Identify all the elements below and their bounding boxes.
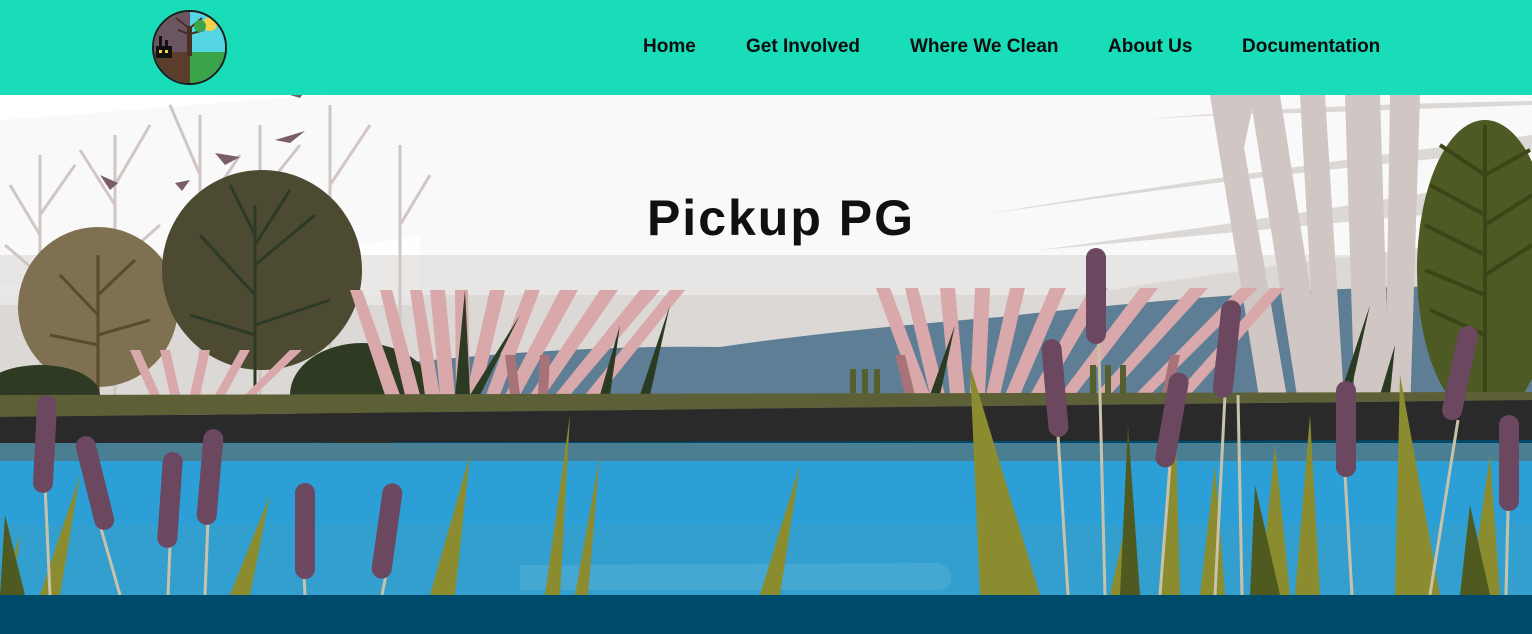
page-title: Pickup PG [646,190,916,246]
footer-band [0,595,1532,634]
nav-get-involved[interactable]: Get Involved [746,36,860,58]
nav-home[interactable]: Home [643,36,696,58]
top-navbar: Home Get Involved Where We Clean About U… [0,0,1532,95]
main-nav: Home Get Involved Where We Clean About U… [0,0,1532,95]
river-landscape-illustration [0,95,1532,595]
nav-about-us[interactable]: About Us [1108,36,1192,58]
nav-where-we-clean[interactable]: Where We Clean [910,36,1059,58]
nav-documentation[interactable]: Documentation [1242,36,1380,58]
hero-banner: Pickup PG [0,95,1532,595]
